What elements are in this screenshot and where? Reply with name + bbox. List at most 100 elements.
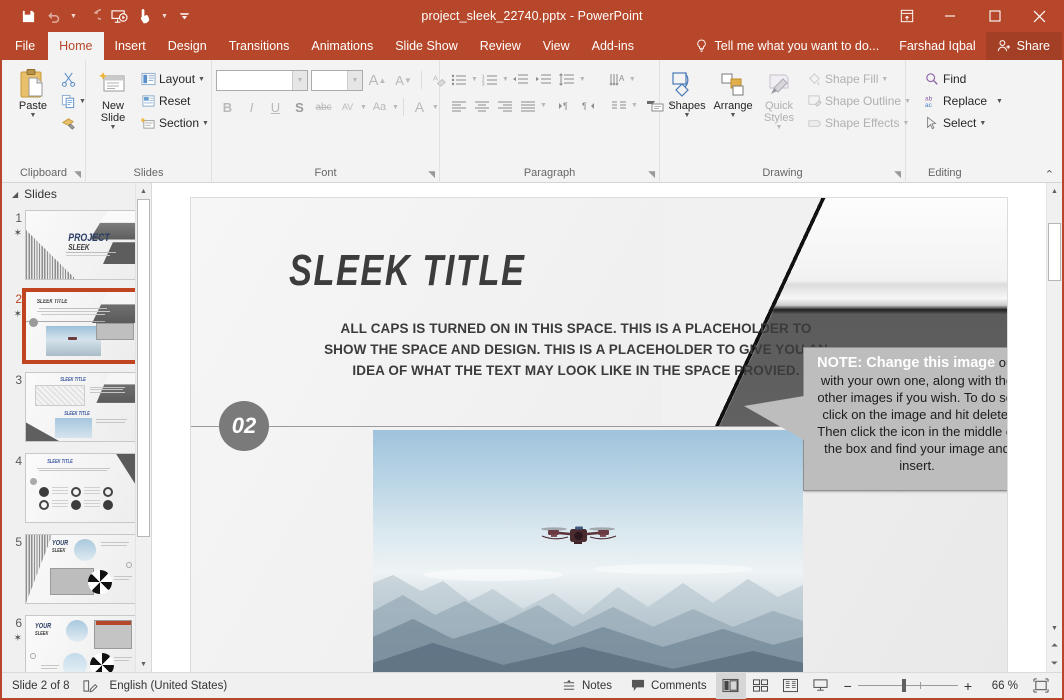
slide-thumbnail-list[interactable]: 1 ✶ PROJECT SLEEK 2 ✶ SLEEK TITLE 3 SLEE…: [2, 205, 151, 672]
maximize-button[interactable]: [972, 0, 1017, 32]
shapes-dropdown-icon[interactable]: ▼: [684, 112, 691, 119]
start-from-beginning-button[interactable]: [107, 5, 131, 27]
customize-qat-button[interactable]: [172, 5, 196, 27]
slide-sorter-icon[interactable]: [746, 673, 776, 699]
font-dialog-launcher[interactable]: ◥: [428, 167, 435, 182]
slides-panel-header[interactable]: ◢ Slides: [2, 183, 151, 205]
change-case-button[interactable]: Aa: [368, 96, 391, 118]
shape-effects-button[interactable]: Shape Effects ▼: [802, 112, 915, 134]
close-button[interactable]: [1017, 0, 1062, 32]
tab-file[interactable]: File: [2, 32, 48, 60]
replace-button[interactable]: ab ac Replace ▼: [920, 90, 1007, 112]
arrange-dropdown-icon[interactable]: ▼: [730, 112, 737, 119]
align-right-icon[interactable]: [494, 95, 516, 116]
section-dropdown-icon[interactable]: ▼: [202, 120, 209, 127]
tell-me-box[interactable]: Tell me what you want to do...: [694, 38, 890, 54]
zoom-out-button[interactable]: −: [844, 678, 852, 694]
scroll-up-button[interactable]: ▲: [1047, 183, 1062, 199]
zoom-slider[interactable]: [857, 679, 958, 692]
font-color-button[interactable]: A: [408, 96, 431, 118]
reading-view-icon[interactable]: [776, 673, 806, 699]
spellcheck-icon[interactable]: [82, 678, 98, 694]
main-scrollbar[interactable]: ▲ ▼ ⏶ ⏷: [1046, 183, 1062, 672]
previous-slide-button[interactable]: ⏶: [1047, 636, 1062, 654]
layout-button[interactable]: Layout ▼: [136, 68, 213, 90]
list-item[interactable]: 1 ✶ PROJECT SLEEK: [2, 207, 151, 288]
tab-design[interactable]: Design: [157, 32, 218, 60]
shapes-button[interactable]: Shapes ▼: [664, 66, 710, 121]
list-item[interactable]: 2 ✶ SLEEK TITLE: [2, 288, 151, 369]
note-callout[interactable]: NOTE: Change this image out with your ow…: [744, 347, 1007, 491]
columns-icon[interactable]: [608, 95, 630, 116]
copy-button[interactable]: ▼: [56, 90, 90, 112]
quick-styles-button[interactable]: Quick Styles ▼: [756, 66, 802, 133]
font-name-dropdown-icon[interactable]: ▼: [292, 70, 307, 90]
copy-dropdown-icon[interactable]: ▼: [79, 98, 86, 105]
paste-button[interactable]: Paste ▼: [10, 66, 56, 121]
select-button[interactable]: Select ▼: [920, 112, 1007, 134]
underline-button[interactable]: U: [264, 96, 287, 118]
bold-button[interactable]: B: [216, 96, 239, 118]
touch-mode-icon[interactable]: [133, 5, 157, 27]
increase-indent-icon[interactable]: [533, 69, 555, 90]
undo-button[interactable]: [42, 5, 66, 27]
numbering-dropdown-icon[interactable]: ▼: [502, 76, 509, 83]
shape-fill-button[interactable]: Shape Fill ▼: [802, 68, 915, 90]
layout-dropdown-icon[interactable]: ▼: [198, 76, 205, 83]
comments-button[interactable]: Comments: [621, 673, 716, 699]
drone-over-mountains-photo[interactable]: [373, 430, 803, 672]
scroll-thumb[interactable]: [137, 199, 150, 538]
slide-thumbnail[interactable]: SLEEK TITLE SLEEK TITLE: [25, 372, 137, 442]
numbering-icon[interactable]: 123: [479, 69, 501, 90]
line-spacing-icon[interactable]: [556, 69, 578, 90]
align-center-icon[interactable]: [471, 95, 493, 116]
decrease-indent-icon[interactable]: [510, 69, 532, 90]
section-button[interactable]: Section ▼: [136, 112, 213, 134]
zoom-in-button[interactable]: +: [964, 678, 972, 694]
bullets-dropdown-icon[interactable]: ▼: [471, 76, 478, 83]
tab-review[interactable]: Review: [469, 32, 532, 60]
list-item[interactable]: 3 SLEEK TITLE SLEEK TITLE: [2, 369, 151, 450]
italic-button[interactable]: I: [240, 96, 263, 118]
clipboard-dialog-launcher[interactable]: ◥: [74, 167, 81, 182]
find-button[interactable]: Find: [920, 68, 1007, 90]
save-button[interactable]: [16, 5, 40, 27]
slide-thumbnail[interactable]: PROJECT SLEEK: [25, 210, 137, 280]
align-left-icon[interactable]: [448, 95, 470, 116]
drawing-dialog-launcher[interactable]: ◥: [894, 167, 901, 182]
tab-transitions[interactable]: Transitions: [218, 32, 301, 60]
slide-body-text[interactable]: ALL CAPS IS TURNED ON IN THIS SPACE. THI…: [321, 318, 831, 381]
columns-dropdown-icon[interactable]: ▼: [631, 102, 638, 109]
scroll-down-button[interactable]: ▼: [1047, 620, 1062, 636]
zoom-control[interactable]: − + 66 %: [836, 678, 1026, 694]
line-spacing-dropdown-icon[interactable]: ▼: [579, 76, 586, 83]
fit-slide-to-window-button[interactable]: [1026, 673, 1056, 699]
character-spacing-dropdown-icon[interactable]: ▼: [360, 104, 367, 111]
slide-thumbnail[interactable]: SLEEK TITLE: [22, 288, 140, 364]
reset-button[interactable]: Reset: [136, 90, 213, 112]
slide-thumbnail[interactable]: YOUR SLEEK: [25, 615, 137, 672]
next-slide-button[interactable]: ⏷: [1047, 654, 1062, 672]
font-name-input[interactable]: ▼: [216, 69, 308, 91]
scroll-up-button[interactable]: ▲: [136, 183, 151, 199]
increase-font-size-button[interactable]: A ▲: [366, 69, 389, 91]
shape-outline-button[interactable]: Shape Outline ▼: [802, 90, 915, 112]
tab-view[interactable]: View: [532, 32, 581, 60]
zoom-slider-thumb[interactable]: [901, 679, 906, 692]
scroll-thumb[interactable]: [1048, 223, 1061, 281]
tab-home[interactable]: Home: [48, 32, 104, 60]
tab-add-ins[interactable]: Add-ins: [581, 32, 645, 60]
rtl-icon[interactable]: ¶: [579, 95, 601, 116]
bullets-icon[interactable]: [448, 69, 470, 90]
slideshow-view-icon[interactable]: [806, 673, 836, 699]
font-size-dropdown-icon[interactable]: ▼: [347, 70, 362, 90]
collapse-triangle-icon[interactable]: ◢: [12, 190, 18, 199]
shape-fill-dropdown-icon[interactable]: ▼: [881, 76, 888, 83]
list-item[interactable]: 5 YOUR SLEEK: [2, 531, 151, 612]
font-color-dropdown-icon[interactable]: ▼: [432, 104, 439, 111]
list-item[interactable]: 6 ✶ YOUR SLEEK: [2, 612, 151, 672]
ribbon-display-options-button[interactable]: [887, 0, 927, 32]
cut-button[interactable]: [56, 68, 90, 90]
touch-mode-dropdown-icon[interactable]: ▼: [159, 5, 170, 27]
minimize-button[interactable]: [927, 0, 972, 32]
